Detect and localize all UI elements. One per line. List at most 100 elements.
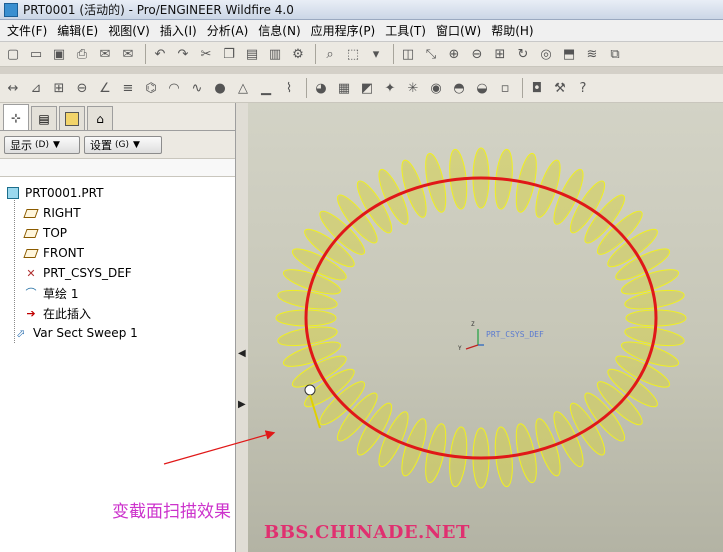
- datum-display-button[interactable]: ⤡: [421, 44, 441, 64]
- tree-item-top[interactable]: TOP: [0, 223, 235, 243]
- select-box-button[interactable]: ⬚: [343, 44, 363, 64]
- circle-button[interactable]: ⊖: [72, 78, 92, 98]
- context-help-button[interactable]: ?: [573, 78, 593, 98]
- display-button[interactable]: 显示 (D) ▼: [4, 135, 80, 154]
- color-palette-button[interactable]: ◕: [311, 78, 331, 98]
- render-icon: ◉: [430, 80, 442, 96]
- angle-icon: ∠: [99, 80, 111, 96]
- menu-analysis[interactable]: 分析(A): [202, 22, 254, 39]
- tree-item-sketch[interactable]: ⌒ 草绘 1: [0, 283, 235, 303]
- menu-view[interactable]: 视图(V): [103, 22, 155, 39]
- draft-check-icon: △: [238, 80, 248, 96]
- tree-item-right[interactable]: RIGHT: [0, 203, 235, 223]
- hat-shape-button[interactable]: ◓: [449, 78, 469, 98]
- open-folder-button[interactable]: ▭: [26, 44, 46, 64]
- layers-icon: ≋: [586, 46, 598, 62]
- var-sect-sweep-icon: ⬀: [16, 326, 26, 340]
- copy-button[interactable]: ❐: [219, 44, 239, 64]
- model-tree-tab[interactable]: ⊹: [3, 104, 29, 130]
- connections-tab[interactable]: ⌂: [87, 106, 113, 130]
- new-file-button[interactable]: ▢: [3, 44, 23, 64]
- repaint-button[interactable]: ↻: [513, 44, 533, 64]
- shading-sphere-button[interactable]: ●: [210, 78, 230, 98]
- model-graphics: Z Y PRT_CSYS_DEF: [275, 147, 687, 489]
- menu-tools[interactable]: 工具(T): [380, 22, 431, 39]
- email-button[interactable]: ✉: [95, 44, 115, 64]
- wave-analysis-button[interactable]: ∿: [187, 78, 207, 98]
- panel-splitter[interactable]: ◀ ▶: [236, 103, 248, 552]
- print-button[interactable]: ⎙: [72, 44, 92, 64]
- color-palette-icon: ◕: [315, 80, 327, 96]
- draft-check-button[interactable]: △: [233, 78, 253, 98]
- find-button[interactable]: ⌕: [320, 44, 340, 64]
- settings-button[interactable]: 设置 (G) ▼: [84, 135, 162, 154]
- menu-file[interactable]: 文件(F): [2, 22, 52, 39]
- tree-item-var-sect-sweep[interactable]: ⬀ Var Sect Sweep 1: [0, 323, 235, 343]
- favorites-tab[interactable]: [59, 106, 85, 130]
- undo-button[interactable]: ↶: [150, 44, 170, 64]
- menu-applications[interactable]: 应用程序(P): [306, 22, 381, 39]
- scene-button[interactable]: ▦: [334, 78, 354, 98]
- refit-icon: ◫: [401, 46, 415, 62]
- paste-special-button[interactable]: ▥: [265, 44, 285, 64]
- part-icon: [6, 186, 20, 200]
- zoom-window-icon: ⊞: [494, 46, 506, 62]
- view-manager-button[interactable]: ⧉: [605, 44, 625, 64]
- layers-button[interactable]: ≋: [582, 44, 602, 64]
- graphics-viewport[interactable]: Z Y PRT_CSYS_DEF: [248, 103, 723, 552]
- paste-button[interactable]: ▤: [242, 44, 262, 64]
- menu-help[interactable]: 帮助(H): [486, 22, 538, 39]
- zoom-window-button[interactable]: ⊞: [490, 44, 510, 64]
- tree-item-front[interactable]: FRONT: [0, 243, 235, 263]
- copy-icon: ❐: [223, 46, 235, 62]
- render-button[interactable]: ◉: [426, 78, 446, 98]
- regenerate-button[interactable]: ⚙: [288, 44, 308, 64]
- save-button[interactable]: ▣: [49, 44, 69, 64]
- view-orient-button[interactable]: ⬒: [559, 44, 579, 64]
- photo-button[interactable]: ◘: [527, 78, 547, 98]
- surface-analysis-button[interactable]: ◩: [357, 78, 377, 98]
- menu-insert[interactable]: 插入(I): [155, 22, 202, 39]
- tree-root-part[interactable]: PRT0001.PRT: [0, 183, 235, 203]
- dimension-button[interactable]: ↔: [3, 78, 23, 98]
- tree-item-csys[interactable]: ✕ PRT_CSYS_DEF: [0, 263, 235, 283]
- light-bulb-button[interactable]: ✦: [380, 78, 400, 98]
- refit-button[interactable]: ◫: [398, 44, 418, 64]
- folder-browser-tab[interactable]: ▤: [31, 106, 57, 130]
- open-folder-icon: ▭: [29, 46, 43, 62]
- curvature-button[interactable]: ◠: [164, 78, 184, 98]
- measure-button[interactable]: ⊿: [26, 78, 46, 98]
- redo-button[interactable]: ↷: [173, 44, 193, 64]
- spin-center-button[interactable]: ◎: [536, 44, 556, 64]
- expand-right-icon[interactable]: ▶: [238, 399, 246, 410]
- tree-item-label: Var Sect Sweep 1: [33, 326, 138, 340]
- toolbar-separator: [393, 44, 394, 64]
- white-box-button[interactable]: ▫: [495, 78, 515, 98]
- cut-button[interactable]: ✂: [196, 44, 216, 64]
- model-tree-icon: ⊹: [10, 110, 22, 125]
- tree-item-insert-here[interactable]: ➔ 在此插入: [0, 303, 235, 323]
- graph-button[interactable]: ▁: [256, 78, 276, 98]
- view-orient-icon: ⬒: [562, 46, 576, 62]
- menu-edit[interactable]: 编辑(E): [52, 22, 103, 39]
- table-button[interactable]: ⊞: [49, 78, 69, 98]
- photo-icon: ◘: [531, 80, 543, 96]
- zoom-out-button[interactable]: ⊖: [467, 44, 487, 64]
- collapse-left-icon[interactable]: ◀: [238, 348, 246, 359]
- snow-effect-button[interactable]: ✳: [403, 78, 423, 98]
- email-link-button[interactable]: ✉: [118, 44, 138, 64]
- find-icon: ⌕: [326, 46, 334, 62]
- curve-analysis-button[interactable]: ⌇: [279, 78, 299, 98]
- dropdown-button[interactable]: ▾: [366, 44, 386, 64]
- menu-info[interactable]: 信息(N): [253, 22, 305, 39]
- disk-button[interactable]: ◒: [472, 78, 492, 98]
- menu-window[interactable]: 窗口(W): [431, 22, 486, 39]
- zoom-in-icon: ⊕: [448, 46, 460, 62]
- tree-filter-bar[interactable]: [0, 159, 235, 177]
- relations-button[interactable]: ≡: [118, 78, 138, 98]
- zoom-in-button[interactable]: ⊕: [444, 44, 464, 64]
- csys-axis-z: Z: [471, 321, 475, 328]
- angle-button[interactable]: ∠: [95, 78, 115, 98]
- hammer-button[interactable]: ⚒: [550, 78, 570, 98]
- mass-properties-button[interactable]: ⌬: [141, 78, 161, 98]
